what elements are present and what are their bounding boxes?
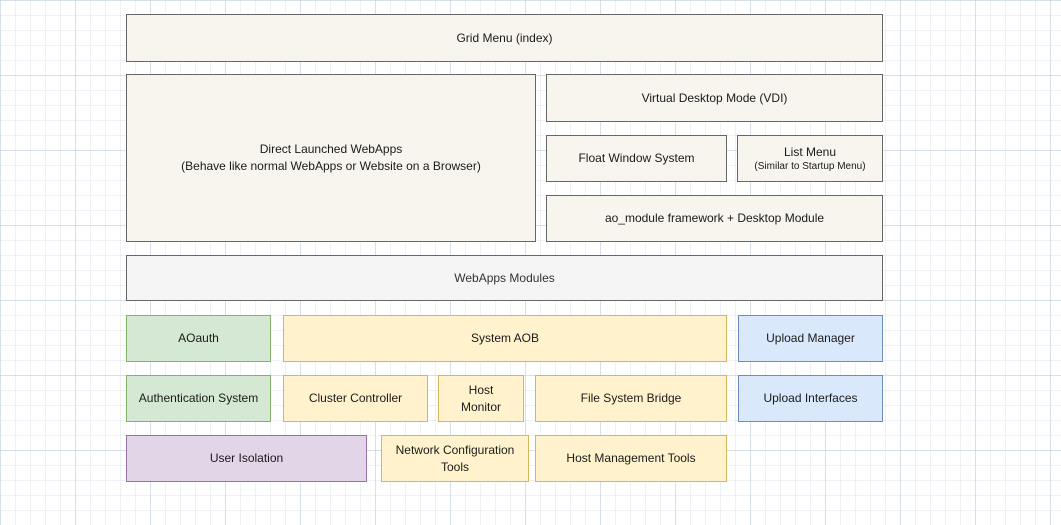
box-authentication-system: Authentication System [126, 375, 271, 422]
diagram-canvas: Grid Menu (index) Direct Launched WebApp… [0, 0, 1061, 525]
box-file-system-bridge-label: File System Bridge [581, 390, 682, 407]
box-network-configuration-tools-label: Network Configuration Tools [390, 442, 520, 476]
box-list-menu: List Menu (Similar to Startup Menu) [737, 135, 883, 182]
box-file-system-bridge: File System Bridge [535, 375, 727, 422]
box-upload-interfaces-label: Upload Interfaces [763, 390, 857, 407]
box-cluster-controller: Cluster Controller [283, 375, 428, 422]
box-ao-module-framework-label: ao_module framework + Desktop Module [605, 210, 824, 227]
box-list-menu-label: List Menu [784, 144, 836, 161]
box-host-monitor: Host Monitor [438, 375, 524, 422]
box-cluster-controller-label: Cluster Controller [309, 390, 402, 407]
box-virtual-desktop-mode: Virtual Desktop Mode (VDI) [546, 74, 883, 122]
box-float-window-system: Float Window System [546, 135, 727, 182]
box-webapps-modules-label: WebApps Modules [454, 270, 555, 287]
box-list-menu-sublabel: (Similar to Startup Menu) [754, 160, 865, 173]
box-direct-launched-webapps-line2: (Behave like normal WebApps or Website o… [181, 158, 481, 175]
box-webapps-modules: WebApps Modules [126, 255, 883, 301]
box-grid-menu: Grid Menu (index) [126, 14, 883, 62]
box-system-aob: System AOB [283, 315, 727, 362]
box-upload-interfaces: Upload Interfaces [738, 375, 883, 422]
box-host-management-tools: Host Management Tools [535, 435, 727, 482]
box-virtual-desktop-mode-label: Virtual Desktop Mode (VDI) [642, 90, 788, 107]
box-float-window-system-label: Float Window System [578, 150, 694, 167]
box-authentication-system-label: Authentication System [139, 390, 258, 407]
box-host-monitor-label: Host Monitor [447, 382, 515, 416]
box-grid-menu-label: Grid Menu (index) [456, 30, 552, 47]
box-user-isolation-label: User Isolation [210, 450, 283, 467]
box-aoauth-label: AOauth [178, 330, 219, 347]
box-direct-launched-webapps: Direct Launched WebApps (Behave like nor… [126, 74, 536, 242]
box-host-management-tools-label: Host Management Tools [566, 450, 695, 467]
box-aoauth: AOauth [126, 315, 271, 362]
box-upload-manager: Upload Manager [738, 315, 883, 362]
box-user-isolation: User Isolation [126, 435, 367, 482]
box-system-aob-label: System AOB [471, 330, 539, 347]
box-ao-module-framework: ao_module framework + Desktop Module [546, 195, 883, 242]
box-network-configuration-tools: Network Configuration Tools [381, 435, 529, 482]
box-upload-manager-label: Upload Manager [766, 330, 855, 347]
box-direct-launched-webapps-line1: Direct Launched WebApps [260, 141, 403, 158]
